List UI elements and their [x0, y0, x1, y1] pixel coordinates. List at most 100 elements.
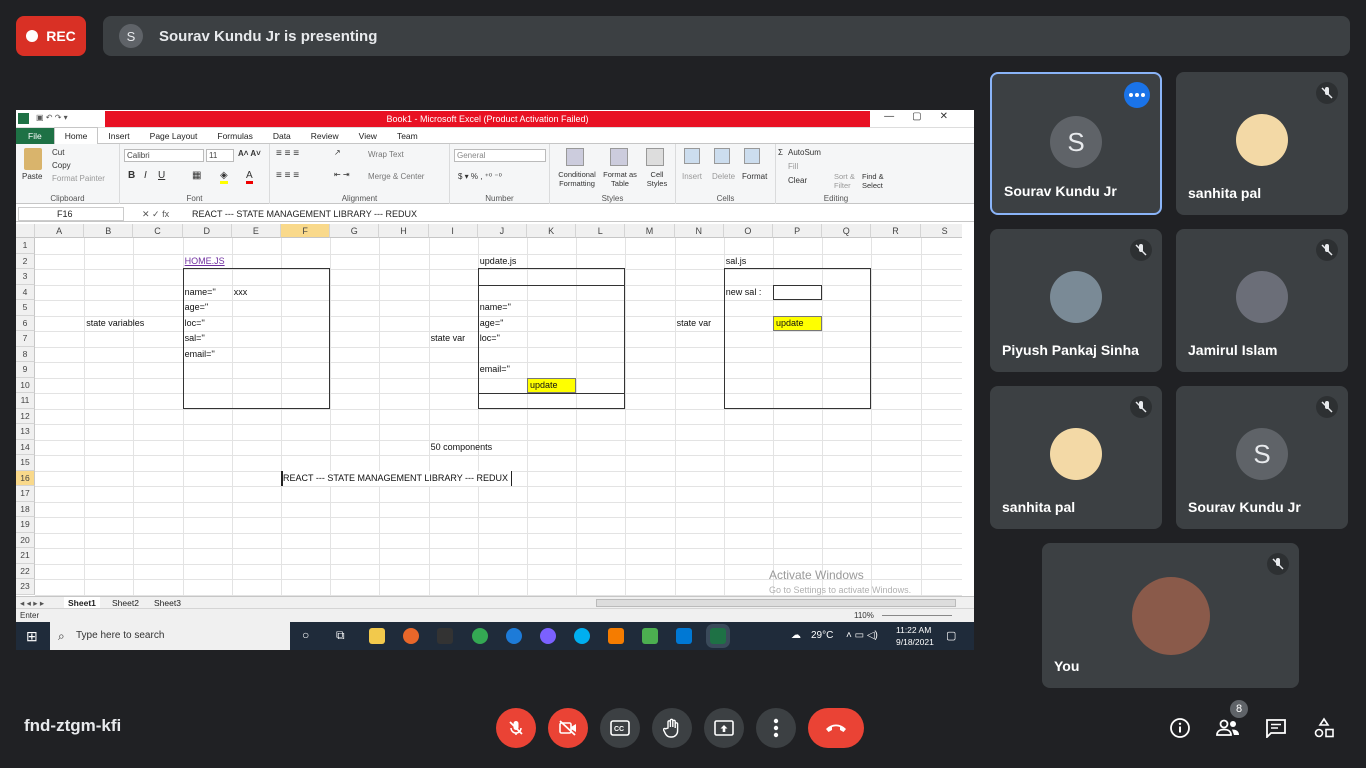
row-header-2[interactable]: 2: [16, 253, 35, 269]
zoom-level[interactable]: 110%: [854, 609, 874, 623]
firefox-icon[interactable]: [403, 628, 419, 644]
row-header-17[interactable]: 17: [16, 486, 35, 502]
row-header-16[interactable]: 16: [16, 470, 35, 486]
column-header-f[interactable]: F: [281, 224, 331, 238]
participant-tile[interactable]: Jamirul Islam: [1176, 229, 1348, 372]
delete-button[interactable]: Delete: [712, 172, 735, 181]
tab-page-layout[interactable]: Page Layout: [140, 128, 208, 144]
formula-input[interactable]: REACT --- STATE MANAGEMENT LIBRARY --- R…: [192, 206, 417, 222]
row-header-5[interactable]: 5: [16, 300, 35, 316]
column-header-r[interactable]: R: [871, 224, 921, 238]
participant-tile[interactable]: sanhita pal: [990, 386, 1162, 529]
indent-icon[interactable]: ⇤ ⇥: [334, 170, 350, 179]
currency-icon[interactable]: $ ▾ % , ⁺⁰ ⁻⁰: [458, 172, 502, 181]
row-header-7[interactable]: 7: [16, 331, 35, 347]
cortana-icon[interactable]: ○: [302, 628, 309, 642]
grow-font-icon[interactable]: A˄ A˅: [238, 149, 261, 158]
clock-date[interactable]: 9/18/2021: [896, 637, 934, 647]
column-header-c[interactable]: C: [133, 224, 183, 238]
row-header-3[interactable]: 3: [16, 269, 35, 285]
participant-tile-presenter[interactable]: S Sourav Kundu Jr: [990, 72, 1162, 215]
cell-styles-button[interactable]: Cell Styles: [642, 170, 672, 188]
conditional-formatting-button[interactable]: Conditional Formatting: [552, 170, 602, 188]
tab-formulas[interactable]: Formulas: [207, 128, 262, 144]
font-name-select[interactable]: Calibri: [124, 149, 204, 162]
leave-call-button[interactable]: [808, 708, 864, 748]
excel-taskbar-icon[interactable]: [710, 628, 726, 644]
image-app-icon[interactable]: [642, 628, 658, 644]
insert-button[interactable]: Insert: [682, 172, 702, 181]
row-header-1[interactable]: 1: [16, 238, 35, 254]
column-header-l[interactable]: L: [576, 224, 626, 238]
italic-icon[interactable]: I: [144, 170, 147, 181]
row-header-10[interactable]: 10: [16, 377, 35, 393]
column-header-h[interactable]: H: [379, 224, 429, 238]
quick-access-toolbar[interactable]: ▣ ↶ ↷ ▾: [36, 113, 96, 124]
captions-button[interactable]: CC: [600, 708, 640, 748]
new-sal-input-cell[interactable]: [773, 284, 823, 300]
cell-redux-text[interactable]: REACT --- STATE MANAGEMENT LIBRARY --- R…: [283, 470, 513, 486]
taskbar-search[interactable]: ⌕ Type here to search: [50, 622, 290, 650]
wrap-text-button[interactable]: Wrap Text: [368, 150, 404, 159]
notification-icon[interactable]: ▢: [946, 629, 956, 642]
vscode-icon[interactable]: [676, 628, 692, 644]
align-top-icon[interactable]: ≡ ≡ ≡: [276, 148, 299, 159]
skype-icon[interactable]: [574, 628, 590, 644]
column-header-d[interactable]: D: [182, 224, 232, 238]
row-header-23[interactable]: 23: [16, 579, 35, 595]
window-controls[interactable]: —▢✕: [884, 111, 966, 122]
activities-button[interactable]: [1310, 714, 1338, 742]
row-header-22[interactable]: 22: [16, 563, 35, 579]
column-header-s[interactable]: S: [920, 224, 962, 238]
xampp-icon[interactable]: [608, 628, 624, 644]
participant-tile-self[interactable]: You: [1042, 543, 1299, 688]
tab-team[interactable]: Team: [387, 128, 428, 144]
copy-button[interactable]: Copy: [52, 161, 71, 170]
clear-button[interactable]: Clear: [788, 176, 807, 185]
name-box[interactable]: F16: [18, 207, 124, 221]
column-header-a[interactable]: A: [35, 224, 85, 238]
security-icon[interactable]: [437, 628, 453, 644]
tab-data[interactable]: Data: [263, 128, 301, 144]
tab-review[interactable]: Review: [301, 128, 349, 144]
column-header-n[interactable]: N: [674, 224, 724, 238]
row-header-13[interactable]: 13: [16, 424, 35, 440]
format-button[interactable]: Format: [742, 172, 767, 181]
column-header-m[interactable]: M: [625, 224, 675, 238]
present-button[interactable]: [704, 708, 744, 748]
fill-color-icon[interactable]: ◈: [220, 170, 228, 184]
camera-toggle-button[interactable]: [548, 708, 588, 748]
column-header-q[interactable]: Q: [822, 224, 872, 238]
format-painter-button[interactable]: Format Painter: [52, 174, 105, 183]
row-header-20[interactable]: 20: [16, 532, 35, 548]
spreadsheet-grid[interactable]: A B C D E F G H I J K L M N O P Q R S 1 2 3 4 5 6 7 8 9 10 11 12 13 14 15…: [16, 224, 962, 596]
mic-toggle-button[interactable]: [496, 708, 536, 748]
people-button[interactable]: [1214, 714, 1242, 742]
participant-tile[interactable]: S Sourav Kundu Jr: [1176, 386, 1348, 529]
clock-time[interactable]: 11:22 AM: [896, 625, 931, 635]
row-header-12[interactable]: 12: [16, 408, 35, 424]
row-header-11[interactable]: 11: [16, 393, 35, 409]
row-header-6[interactable]: 6: [16, 315, 35, 331]
row-header-14[interactable]: 14: [16, 439, 35, 455]
temperature[interactable]: 29°C: [811, 630, 833, 641]
column-header-b[interactable]: B: [84, 224, 134, 238]
orientation-icon[interactable]: ↗: [334, 148, 341, 157]
edge-icon[interactable]: [506, 628, 522, 644]
column-header-k[interactable]: K: [527, 224, 577, 238]
column-header-o[interactable]: O: [723, 224, 773, 238]
brave-icon[interactable]: [540, 628, 556, 644]
find-select-button[interactable]: Find & Select: [862, 172, 892, 190]
more-options-button[interactable]: [756, 708, 796, 748]
border-icon[interactable]: ▦: [192, 170, 201, 181]
row-header-19[interactable]: 19: [16, 517, 35, 533]
select-all-corner[interactable]: [16, 224, 35, 238]
zoom-slider[interactable]: [882, 615, 952, 616]
autosum-button[interactable]: AutoSum: [788, 148, 821, 157]
tray-icons[interactable]: ˄ ▭ ◁): [846, 630, 878, 641]
participant-tile[interactable]: Piyush Pankaj Sinha: [990, 229, 1162, 372]
number-format-select[interactable]: General: [454, 149, 546, 162]
tab-insert[interactable]: Insert: [98, 128, 139, 144]
row-header-4[interactable]: 4: [16, 284, 35, 300]
file-explorer-icon[interactable]: [369, 628, 385, 644]
